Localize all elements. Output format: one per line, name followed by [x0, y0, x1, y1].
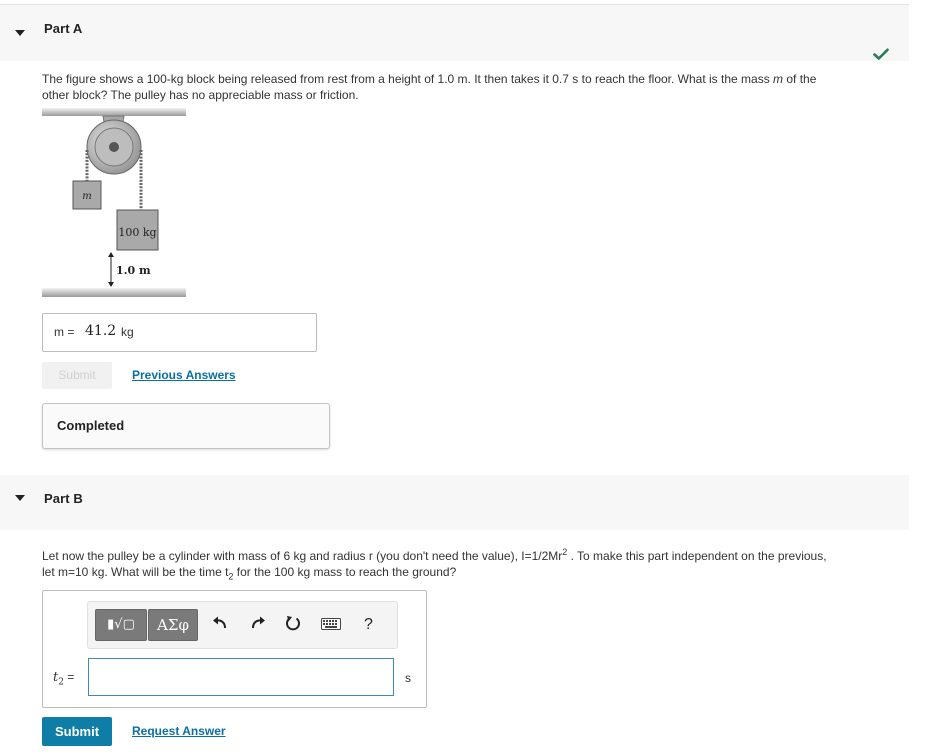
height-label: 1.0 m [116, 264, 151, 277]
redo-icon[interactable] [250, 615, 266, 631]
submit-button-disabled[interactable]: Submit [42, 362, 112, 389]
greek-symbols-button[interactable]: ΑΣφ [148, 609, 198, 641]
pulley-figure: m 100 kg 1.0 m [42, 108, 186, 297]
floor [42, 288, 186, 297]
question-text: The figure shows a 100-kg block being re… [42, 72, 774, 86]
t2-answer-input[interactable] [88, 658, 394, 696]
part-b-question: Let now the pulley be a cylinder with ma… [42, 544, 912, 584]
answer-label: m = [54, 325, 75, 339]
answer-box-m[interactable]: m = 41.2 kg [42, 313, 317, 352]
part-a-header[interactable]: Part A [0, 5, 909, 61]
math-toolbar: ▮√▢ ΑΣφ ? [87, 601, 398, 649]
submit-button[interactable]: Submit [42, 717, 112, 746]
part-a-title: Part A [44, 21, 83, 36]
unit-label: s [405, 671, 411, 685]
question-text-line2: let m=10 kg. What will be the time t [42, 565, 229, 579]
part-a-question: The figure shows a 100-kg block being re… [42, 71, 902, 103]
templates-button[interactable]: ▮√▢ [95, 609, 147, 641]
question-text-cont: . To make this part independent on the p… [567, 549, 827, 563]
answer-value: 41.2 [85, 323, 117, 339]
ceiling [42, 108, 186, 116]
block-m-label: m [82, 191, 91, 202]
part-b-title: Part B [44, 491, 83, 506]
part-b-header[interactable]: Part B [0, 475, 909, 530]
keyboard-icon[interactable] [321, 618, 341, 630]
request-answer-link[interactable]: Request Answer [132, 724, 226, 738]
help-button[interactable]: ? [364, 615, 373, 635]
question-text-line2-end: for the 100 kg mass to reach the ground? [233, 565, 457, 579]
completed-panel: Completed [42, 403, 330, 449]
question-text-line2: other block? The pulley has no appreciab… [42, 88, 359, 102]
t2-eq: = [63, 670, 75, 684]
question-text-end: of the [783, 72, 817, 86]
reset-icon[interactable] [285, 615, 301, 631]
collapse-triangle-icon[interactable] [15, 495, 25, 501]
undo-icon[interactable] [212, 615, 228, 631]
collapse-triangle-icon[interactable] [15, 30, 25, 36]
block-100kg-label: 100 kg [118, 226, 156, 239]
answer-unit: kg [121, 325, 134, 339]
previous-answers-link[interactable]: Previous Answers [132, 368, 236, 382]
check-icon [873, 48, 889, 60]
t2-label: t2 = [53, 670, 74, 688]
question-text: Let now the pulley be a cylinder with ma… [42, 549, 563, 563]
question-var: m [773, 72, 784, 86]
completed-label: Completed [57, 418, 125, 433]
math-editor: ▮√▢ ΑΣφ ? t2 = s [42, 590, 427, 708]
